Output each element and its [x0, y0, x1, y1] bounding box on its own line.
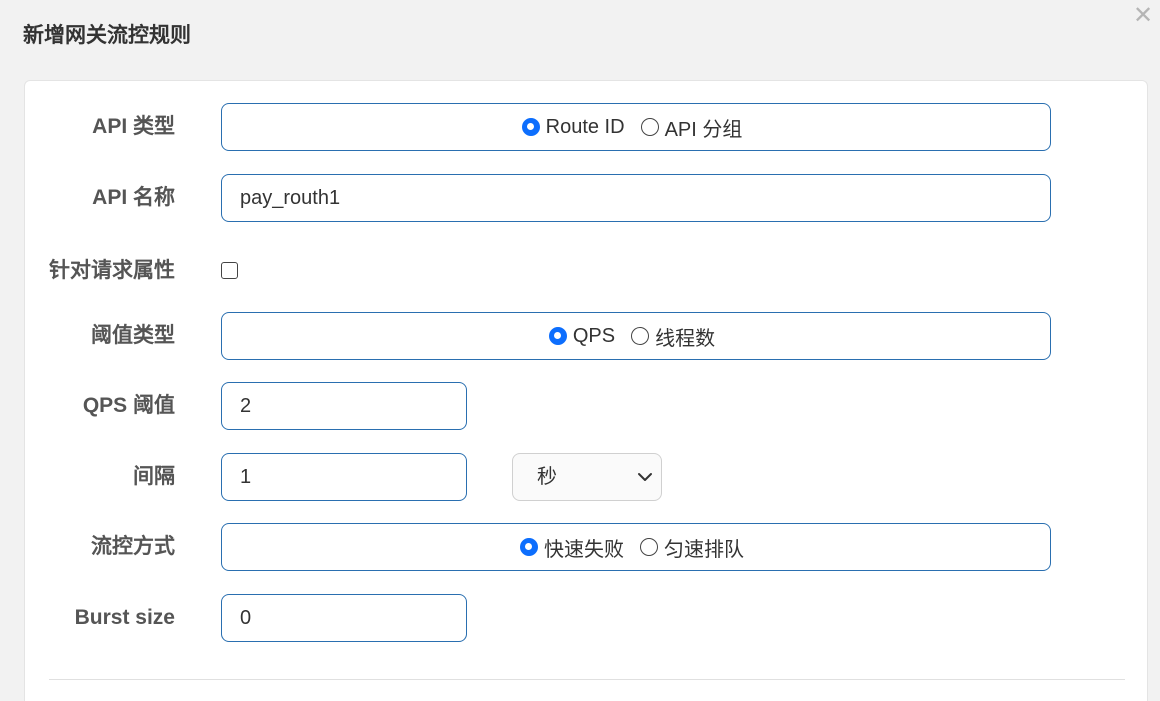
- radio-thread-count[interactable]: 线程数: [631, 322, 715, 351]
- radio-route-id[interactable]: Route ID: [521, 115, 625, 139]
- burst-size-row: Burst size 0: [25, 594, 1149, 642]
- api-name-row: API 名称 pay_routh1: [25, 174, 1149, 222]
- radio-fast-fail-label: 快速失败: [544, 538, 624, 561]
- api-type-row: API 类型 Route ID API 分组: [25, 103, 1149, 151]
- interval-input[interactable]: 1: [221, 453, 467, 501]
- qps-threshold-value: 2: [240, 395, 252, 417]
- threshold-type-row: 阈值类型 QPS 线程数: [25, 312, 1149, 360]
- radio-qps-label: QPS: [572, 324, 616, 347]
- burst-size-input[interactable]: 0: [221, 594, 467, 642]
- close-icon[interactable]: ✕: [1131, 4, 1155, 28]
- radio-api-group-label: API 分组: [664, 118, 743, 141]
- api-type-radio-group: Route ID API 分组: [221, 103, 1051, 151]
- radio-unchecked-icon: [631, 327, 650, 345]
- radio-qps[interactable]: QPS: [548, 324, 616, 348]
- divider: [49, 679, 1125, 680]
- radio-api-group[interactable]: API 分组: [640, 113, 743, 142]
- threshold-type-label: 阈值类型: [91, 324, 175, 347]
- radio-checked-icon: [548, 327, 567, 345]
- control-behavior-label: 流控方式: [91, 535, 175, 558]
- interval-row: 间隔 1 秒: [25, 453, 1149, 501]
- dialog-title: 新增网关流控规则: [23, 24, 191, 47]
- request-attr-row: 针对请求属性: [25, 247, 1149, 295]
- radio-queue[interactable]: 匀速排队: [640, 533, 744, 562]
- interval-value: 1: [240, 466, 252, 488]
- qps-threshold-label: QPS 阈值: [82, 394, 175, 417]
- form-panel: API 类型 Route ID API 分组 API 名称 pay_routh1…: [24, 80, 1148, 701]
- radio-fast-fail[interactable]: 快速失败: [520, 533, 624, 562]
- request-attr-label: 针对请求属性: [49, 259, 175, 282]
- radio-queue-label: 匀速排队: [664, 538, 744, 561]
- api-name-input[interactable]: pay_routh1: [221, 174, 1051, 222]
- radio-route-id-label: Route ID: [545, 115, 625, 138]
- control-behavior-row: 流控方式 快速失败 匀速排队: [25, 523, 1149, 571]
- interval-unit-select[interactable]: 秒: [512, 453, 662, 501]
- burst-size-label: Burst size: [74, 606, 175, 629]
- radio-unchecked-icon: [640, 538, 658, 556]
- radio-checked-icon: [521, 118, 540, 136]
- control-behavior-radio-group: 快速失败 匀速排队: [221, 523, 1051, 571]
- api-name-label: API 名称: [92, 186, 175, 209]
- radio-thread-count-label: 线程数: [655, 327, 716, 350]
- interval-label: 间隔: [133, 465, 175, 488]
- qps-threshold-input[interactable]: 2: [221, 382, 467, 430]
- api-name-value: pay_routh1: [240, 187, 341, 209]
- threshold-type-radio-group: QPS 线程数: [221, 312, 1051, 360]
- chevron-down-icon: [638, 473, 652, 481]
- api-type-label: API 类型: [92, 115, 175, 138]
- request-attr-checkbox[interactable]: [221, 262, 238, 279]
- qps-threshold-row: QPS 阈值 2: [25, 382, 1149, 430]
- burst-size-value: 0: [240, 607, 252, 629]
- radio-checked-icon: [520, 538, 538, 556]
- interval-unit-value: 秒: [537, 466, 557, 488]
- radio-unchecked-icon: [640, 118, 659, 136]
